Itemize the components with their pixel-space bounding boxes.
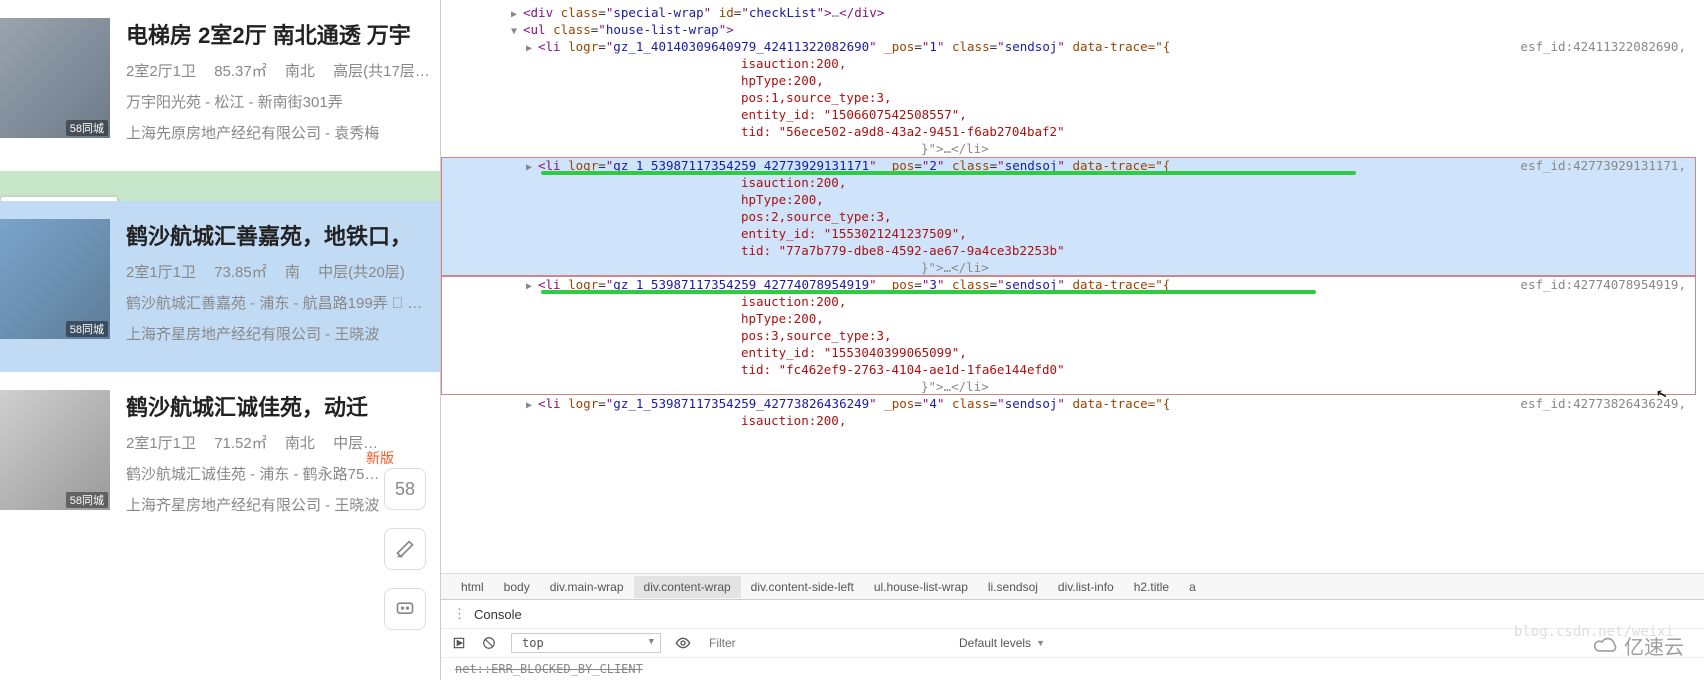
- dom-text: isauction:200,: [441, 412, 1696, 429]
- crumb[interactable]: ul.house-list-wrap: [864, 576, 978, 598]
- dom-close: }">…</li>: [441, 259, 1696, 276]
- dom-text: hpType:200,: [441, 310, 1696, 327]
- esf-id: esf_id:42774078954919,: [1520, 277, 1696, 292]
- dom-text: entity_id: "1506607542508557",: [441, 106, 1696, 123]
- listing-info: 鹤沙航城汇诚佳苑，动迁 2室1厅1卫 71.52㎡ 南北 中层(共 鹤沙航城汇诚…: [126, 390, 380, 525]
- crumb[interactable]: li.sendsoj: [978, 576, 1048, 598]
- esf-id: esf_id:42411322082690,: [1520, 39, 1696, 54]
- eye-icon[interactable]: [675, 635, 691, 651]
- listing-info: 电梯房 2室2厅 南北通透 万宇 2室2厅1卫 85.37㎡ 南北 高层(共17…: [126, 18, 430, 153]
- listing-title[interactable]: 鹤沙航城汇善嘉苑，地铁口，: [126, 219, 430, 251]
- listing-agent: 上海齐星房地产经纪有限公司 - 王晓波: [126, 323, 430, 344]
- dom-close: }">…</li>: [441, 140, 1696, 157]
- dom-text: isauction:200,: [441, 55, 1696, 72]
- dom-text: hpType:200,: [441, 72, 1696, 89]
- devtools-panel: ▶<div class="special-wrap" id="checkList…: [440, 0, 1704, 680]
- dom-text: pos:2,source_type:3,: [441, 208, 1696, 225]
- side-buttons: 58: [384, 468, 426, 630]
- console-message: net::ERR_BLOCKED_BY_CLIENT: [441, 658, 1704, 680]
- dom-text: isauction:200,: [441, 174, 1696, 191]
- cloud-icon: [1594, 637, 1620, 655]
- crumb[interactable]: a: [1179, 576, 1206, 598]
- log-levels-select[interactable]: Default levels: [959, 636, 1045, 650]
- dom-node[interactable]: ▶<li logr="gz_1_40140309640979_424113220…: [441, 38, 1696, 55]
- crumb[interactable]: div.list-info: [1048, 576, 1124, 598]
- chat-icon: [395, 599, 415, 619]
- listing-location[interactable]: 鹤沙航城汇善嘉苑 - 浦东 - 航昌路199弄 􀙽 距1: [126, 292, 430, 313]
- crumb[interactable]: div.main-wrap: [540, 576, 634, 598]
- badge-58: 58同城: [66, 492, 108, 508]
- dom-node[interactable]: ▶<li logr="gz_1_53987117354259_427738264…: [441, 395, 1696, 412]
- dom-text: entity_id: "1553040399065099",: [441, 344, 1696, 361]
- badge-58: 58同城: [66, 120, 108, 136]
- dom-node[interactable]: ▶<li logr="gz_1_53987117354259_427739291…: [441, 157, 1696, 174]
- dom-text: hpType:200,: [441, 191, 1696, 208]
- new-badge: 新版: [366, 448, 394, 468]
- dom-text: tid: "fc462ef9-2763-4104-ae1d-1fa6e144ef…: [441, 361, 1696, 378]
- list-item[interactable]: 58同城 鹤沙航城汇善嘉苑，地铁口， 2室1厅1卫 73.85㎡ 南 中层(共2…: [0, 201, 440, 372]
- pencil-icon: [395, 539, 415, 559]
- console-tab[interactable]: Console: [474, 607, 522, 622]
- listing-thumb[interactable]: 58同城: [0, 390, 110, 510]
- crumb[interactable]: div.content-side-left: [741, 576, 864, 598]
- console-tab-row: ⋮ Console: [441, 600, 1704, 629]
- dom-breadcrumb[interactable]: html body div.main-wrap div.content-wrap…: [441, 573, 1704, 599]
- dom-text: pos:3,source_type:3,: [441, 327, 1696, 344]
- dom-text: pos:1,source_type:3,: [441, 89, 1696, 106]
- listing-spec-row: 2室1厅1卫 71.52㎡ 南北 中层(共: [126, 432, 380, 453]
- listing-agent: 上海齐星房地产经纪有限公司 - 王晓波: [126, 494, 380, 515]
- listing-thumb[interactable]: 58同城: [0, 18, 110, 138]
- listing-thumb[interactable]: 58同城: [0, 219, 110, 339]
- badge-58: 58同城: [66, 321, 108, 337]
- listing-agent: 上海先原房地产经纪有限公司 - 袁秀梅: [126, 122, 430, 143]
- side-58-button[interactable]: 58: [384, 468, 426, 510]
- dom-node[interactable]: ▶<li logr="gz_1_53987117354259_427740789…: [441, 276, 1696, 293]
- dom-node[interactable]: ▶<div class="special-wrap" id="checkList…: [441, 4, 1696, 21]
- listing-location[interactable]: 万宇阳光苑 - 松江 - 新南街301弄: [126, 91, 430, 112]
- console-drawer: ⋮ Console top Default levels net::ERR_BL…: [441, 599, 1704, 680]
- listing-location[interactable]: 鹤沙航城汇诚佳苑 - 浦东 - 鹤永路750弄: [126, 463, 380, 484]
- clear-icon[interactable]: [481, 635, 497, 651]
- crumb[interactable]: div.content-wrap: [634, 576, 741, 598]
- play-icon[interactable]: [451, 635, 467, 651]
- side-edit-button[interactable]: [384, 528, 426, 570]
- listing-info: 鹤沙航城汇善嘉苑，地铁口， 2室1厅1卫 73.85㎡ 南 中层(共20层) 鹤…: [126, 219, 430, 354]
- esf-id: esf_id:42773929131171,: [1520, 158, 1696, 173]
- context-select[interactable]: top: [511, 633, 661, 653]
- side-chat-button[interactable]: [384, 588, 426, 630]
- dom-li-block-selected[interactable]: ▶<li logr="gz_1_53987117354259_427739291…: [441, 157, 1696, 276]
- list-item[interactable]: 58同城 电梯房 2室2厅 南北通透 万宇 2室2厅1卫 85.37㎡ 南北 高…: [0, 0, 440, 171]
- listing-title[interactable]: 电梯房 2室2厅 南北通透 万宇: [126, 18, 430, 50]
- listing-title[interactable]: 鹤沙航城汇诚佳苑，动迁: [126, 390, 380, 422]
- dom-close: }">…</li>: [441, 378, 1696, 395]
- filter-input[interactable]: [705, 634, 945, 653]
- dom-text: tid: "56ece502-a9d8-43a2-9451-f6ab2704ba…: [441, 123, 1696, 140]
- listing-spec-row: 2室2厅1卫 85.37㎡ 南北 高层(共17层): [126, 60, 430, 81]
- dom-node[interactable]: ▼<ul class="house-list-wrap">: [441, 21, 1696, 38]
- crumb[interactable]: html: [451, 576, 494, 598]
- listing-spec-row: 2室1厅1卫 73.85㎡ 南 中层(共20层): [126, 261, 430, 282]
- esf-id: esf_id:42773826436249,: [1520, 396, 1696, 411]
- console-toolbar: top Default levels: [441, 629, 1704, 658]
- logo: 亿速云: [1594, 631, 1684, 660]
- dom-text: isauction:200,: [441, 293, 1696, 310]
- dom-li-block[interactable]: ▶<li logr="gz_1_53987117354259_427740789…: [441, 276, 1696, 395]
- page-preview: 58同城 电梯房 2室2厅 南北通透 万宇 2室2厅1卫 85.37㎡ 南北 高…: [0, 0, 440, 680]
- crumb[interactable]: body: [494, 576, 540, 598]
- crumb[interactable]: h2.title: [1124, 576, 1179, 598]
- dom-text: tid: "77a7b779-dbe8-4592-ae67-9a4ce3b225…: [441, 242, 1696, 259]
- elements-tree[interactable]: ▶<div class="special-wrap" id="checkList…: [441, 0, 1704, 573]
- kebab-icon[interactable]: ⋮: [453, 606, 466, 622]
- dom-text: entity_id: "1553021241237509",: [441, 225, 1696, 242]
